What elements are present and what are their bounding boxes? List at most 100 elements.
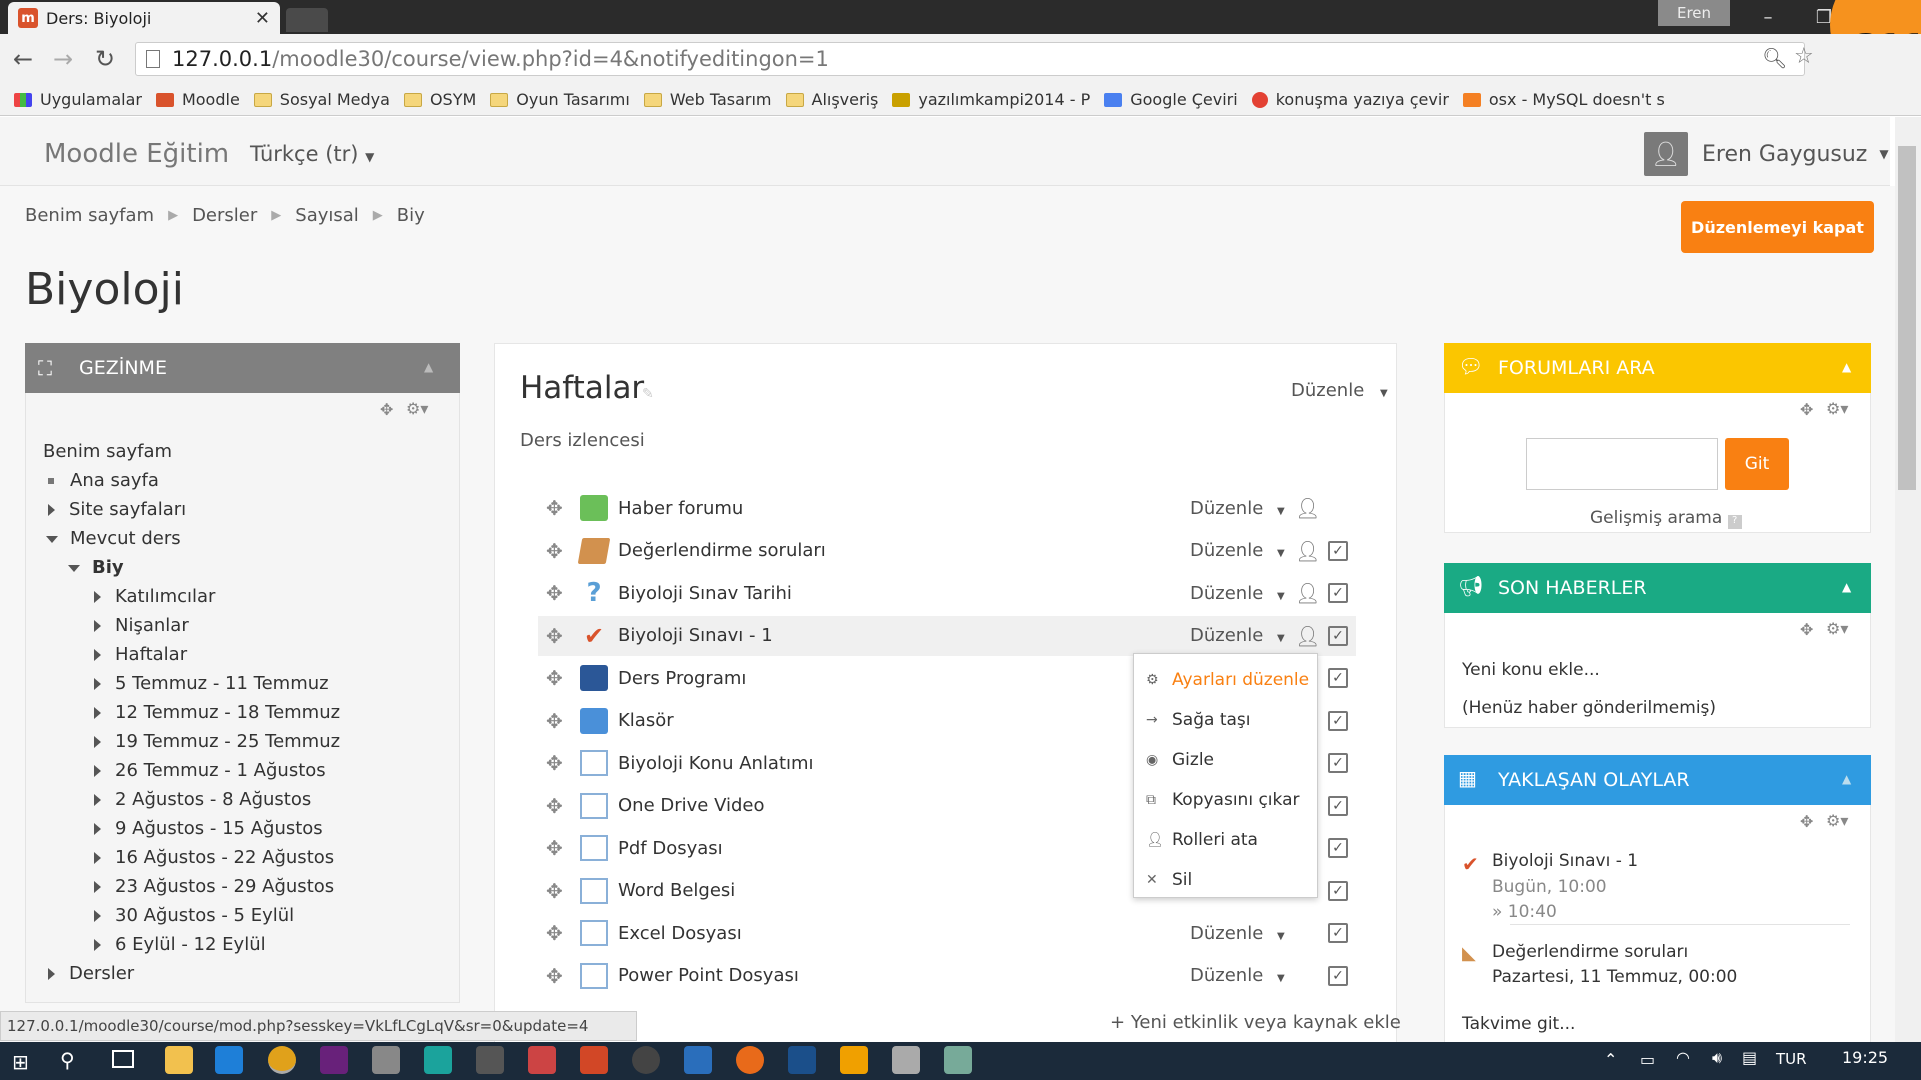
forum-search-input[interactable] <box>1526 438 1718 490</box>
activity-link[interactable]: Word Belgesi <box>618 880 735 901</box>
move-block-icon[interactable]: ✥ <box>1800 400 1813 419</box>
block-settings-gear-icon[interactable]: ⚙▾ <box>1826 811 1848 830</box>
completion-checkbox[interactable]: ✓ <box>1328 923 1348 943</box>
nav-item[interactable]: 30 Ağustos - 5 Eylül <box>94 905 294 926</box>
activity-edit-menu-toggle[interactable]: Düzenle ▼ <box>1190 965 1285 986</box>
activity-edit-menu-toggle[interactable]: Düzenle ▼ <box>1190 923 1285 944</box>
app-icon[interactable] <box>892 1046 920 1074</box>
completion-checkbox[interactable]: ✓ <box>1328 668 1348 688</box>
user-menu[interactable]: 👤︎ Eren Gaygusuz ▼ <box>1644 132 1889 176</box>
move-handle-icon[interactable]: ✥ <box>546 751 563 775</box>
latest-news-header[interactable]: SON HABERLER <box>1444 563 1871 613</box>
nav-item[interactable]: 9 Ağustos - 15 Ağustos <box>94 818 323 839</box>
nav-item[interactable]: 16 Ağustos - 22 Ağustos <box>94 847 334 868</box>
bookmark-yazilimkampi[interactable]: yazılımkampi2014 - P <box>892 90 1090 109</box>
completion-checkbox[interactable]: ✓ <box>1328 753 1348 773</box>
breadcrumb-link[interactable]: Benim sayfam <box>25 205 154 226</box>
activity-link[interactable]: Ders Programı <box>618 668 746 689</box>
bookmark-google-translate[interactable]: Google Çeviri <box>1104 90 1238 109</box>
assign-roles-icon[interactable]: 👤︎ <box>1295 581 1320 605</box>
assign-roles-icon[interactable]: 👤︎ <box>1295 539 1320 563</box>
assign-roles-icon[interactable]: 👤︎ <box>1295 624 1320 648</box>
new-tab-button[interactable] <box>286 8 328 32</box>
edit-title-pencil-icon[interactable]: ✎ <box>642 386 654 402</box>
scrollbar-thumb[interactable] <box>1898 146 1916 490</box>
menu-item-assign-roles[interactable]: 👤︎ Rolleri ata <box>1146 830 1258 850</box>
chrome-icon[interactable] <box>268 1046 296 1074</box>
clock[interactable]: 19:25 <box>1842 1048 1888 1067</box>
assign-roles-icon[interactable]: 👤︎ <box>1295 496 1320 520</box>
powerpoint-icon[interactable] <box>580 1046 608 1074</box>
move-handle-icon[interactable]: ✥ <box>546 624 563 648</box>
completion-checkbox[interactable]: ✓ <box>1328 795 1348 816</box>
nav-item[interactable]: 26 Temmuz - 1 Ağustos <box>94 760 326 781</box>
edge-icon[interactable] <box>215 1046 243 1074</box>
nav-item-current[interactable]: Biy <box>68 557 124 578</box>
go-to-calendar-link[interactable]: Takvime git... <box>1462 1014 1575 1034</box>
menu-item-duplicate[interactable]: ⧉ Kopyasını çıkar <box>1146 790 1299 810</box>
move-handle-icon[interactable]: ✥ <box>546 666 563 690</box>
nav-item[interactable]: 12 Temmuz - 18 Temmuz <box>94 702 340 723</box>
section-edit-menu[interactable]: Düzenle ▼ <box>1291 380 1388 401</box>
breadcrumb-link[interactable]: Sayısal <box>295 205 359 226</box>
windows-start-icon[interactable]: ⊞ <box>12 1050 29 1074</box>
activity-link[interactable]: Power Point Dosyası <box>618 965 799 986</box>
back-icon[interactable]: ← <box>8 44 38 74</box>
completion-checkbox[interactable]: ✓ <box>1328 625 1348 646</box>
nav-item[interactable]: Mevcut ders <box>46 528 181 549</box>
add-news-topic-link[interactable]: Yeni konu ekle... <box>1462 660 1600 680</box>
bookmark-folder[interactable]: Web Tasarım <box>643 90 772 109</box>
menu-item-move-right[interactable]: → Sağa taşı <box>1146 710 1250 730</box>
activity-link[interactable]: Haber forumu <box>618 498 743 519</box>
activity-edit-menu-toggle[interactable]: Düzenle ▼ <box>1190 583 1285 604</box>
add-activity-link[interactable]: + Yeni etkinlik veya kaynak ekle <box>1110 1012 1401 1033</box>
move-handle-icon[interactable]: ✥ <box>546 879 563 903</box>
nav-item[interactable]: Ana sayfa <box>48 470 159 491</box>
bookmark-folder[interactable]: Oyun Tasarımı <box>490 90 630 109</box>
app-icon[interactable] <box>528 1046 556 1074</box>
visual-studio-icon[interactable] <box>320 1046 348 1074</box>
bookmark-folder[interactable]: Alışveriş <box>785 90 878 109</box>
move-handle-icon[interactable]: ✥ <box>546 709 563 733</box>
bookmark-folder[interactable]: OSYM <box>403 90 476 109</box>
nav-item[interactable]: Haftalar <box>94 644 187 665</box>
app-icon[interactable] <box>736 1046 764 1074</box>
activity-link[interactable]: Biyoloji Sınavı - 1 <box>618 625 773 646</box>
menu-item-edit-settings[interactable]: ⚙ Ayarları düzenle <box>1146 670 1309 690</box>
collapse-icon[interactable]: ▲ <box>1842 360 1851 374</box>
browser-tab[interactable]: m Ders: Biyoloji ✕ <box>8 2 280 34</box>
forum-search-button[interactable]: Git <box>1725 438 1789 490</box>
completion-checkbox[interactable]: ✓ <box>1328 583 1348 603</box>
navigation-block-header[interactable]: GEZİNME <box>25 343 460 393</box>
app-icon[interactable] <box>424 1046 452 1074</box>
activity-edit-menu-toggle[interactable]: Düzenle ▼ <box>1190 498 1285 519</box>
nav-item[interactable]: Benim sayfam <box>43 441 172 462</box>
nav-item[interactable]: Site sayfaları <box>48 499 186 520</box>
completion-checkbox[interactable]: ✓ <box>1328 710 1348 731</box>
nav-item[interactable]: Nişanlar <box>94 615 189 636</box>
menu-item-delete[interactable]: ✕ Sil <box>1146 870 1192 890</box>
nav-item[interactable]: 19 Temmuz - 25 Temmuz <box>94 731 340 752</box>
collapse-icon[interactable]: ▲ <box>424 360 433 374</box>
notification-icon[interactable]: ▤ <box>1742 1048 1757 1067</box>
task-view-icon[interactable] <box>112 1050 134 1068</box>
settings-app-icon[interactable] <box>372 1046 400 1074</box>
event-title[interactable]: Biyoloji Sınavı - 1 <box>1492 851 1638 871</box>
bookmark-star-icon[interactable]: ☆ <box>1794 44 1814 69</box>
tray-chevron-icon[interactable]: ⌃ <box>1604 1050 1617 1069</box>
move-handle-icon[interactable]: ✥ <box>546 921 563 945</box>
activity-edit-menu-toggle[interactable]: Düzenle ▼ <box>1190 540 1285 561</box>
app-icon[interactable] <box>632 1046 660 1074</box>
media-icon[interactable] <box>476 1046 504 1074</box>
event-title[interactable]: Değerlendirme soruları <box>1492 942 1688 962</box>
zoom-icon[interactable]: 🔍︎ <box>1762 46 1787 70</box>
reload-icon[interactable]: ↻ <box>90 44 120 74</box>
minimize-icon[interactable]: – <box>1740 0 1796 34</box>
activity-link[interactable]: Klasör <box>618 710 674 731</box>
bookmark-apps[interactable]: Uygulamalar <box>14 90 142 109</box>
move-handle-icon[interactable]: ✥ <box>546 964 563 988</box>
completion-checkbox[interactable]: ✓ <box>1328 540 1348 561</box>
language-menu[interactable]: Türkçe (tr) ▼ <box>250 142 374 166</box>
volume-icon[interactable]: 🔊︎ <box>1712 1048 1722 1068</box>
activity-link[interactable]: Biyoloji Sınav Tarihi <box>618 583 792 604</box>
